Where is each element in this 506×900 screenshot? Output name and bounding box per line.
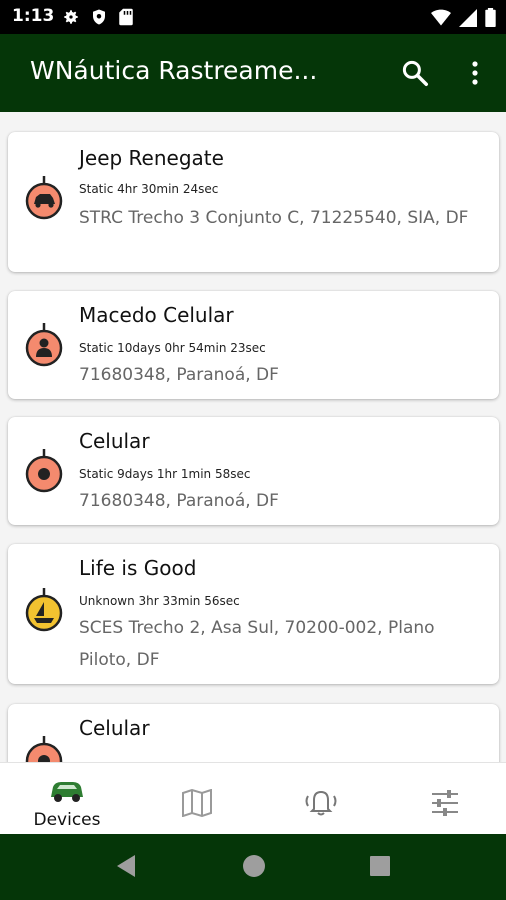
app-bar: WNáutica Rastreame... bbox=[0, 34, 506, 112]
map-icon bbox=[182, 789, 212, 817]
tab-devices[interactable]: Devices bbox=[4, 763, 130, 835]
settings-gear-icon bbox=[64, 10, 78, 24]
back-icon[interactable] bbox=[115, 854, 137, 878]
app-title: WNáutica Rastreame... bbox=[30, 56, 318, 85]
signal-icon bbox=[459, 8, 477, 27]
battery-icon bbox=[485, 8, 496, 27]
device-card[interactable]: Celular bbox=[8, 704, 499, 762]
recents-icon[interactable] bbox=[369, 854, 391, 878]
device-address: 71680348, Paranoá, DF bbox=[79, 365, 279, 385]
device-card[interactable]: Celular Static 9days 1hr 1min 58sec 7168… bbox=[8, 417, 499, 525]
car-marker-icon bbox=[25, 176, 63, 220]
shield-icon bbox=[93, 9, 105, 25]
car-icon bbox=[51, 782, 83, 802]
device-name: Celular bbox=[79, 716, 150, 740]
tab-alerts[interactable] bbox=[258, 763, 384, 835]
bell-icon bbox=[305, 790, 337, 816]
home-icon[interactable] bbox=[242, 854, 266, 878]
boat-marker-icon bbox=[25, 588, 63, 632]
person-marker-icon bbox=[25, 323, 63, 367]
device-card[interactable]: Life is Good Unknown 3hr 33min 56sec SCE… bbox=[8, 544, 499, 684]
bottom-navigation: Devices bbox=[0, 762, 506, 834]
device-address: 71680348, Paranoá, DF bbox=[79, 491, 279, 511]
dot-marker-icon bbox=[25, 736, 63, 762]
device-name: Life is Good bbox=[79, 556, 197, 580]
device-status: Static 10days 0hr 54min 23sec bbox=[79, 341, 266, 355]
more-vert-icon bbox=[472, 61, 478, 85]
device-name: Macedo Celular bbox=[79, 303, 234, 327]
status-system-icons bbox=[431, 8, 496, 27]
device-address: STRC Trecho 3 Conjunto C, 71225540, SIA,… bbox=[79, 208, 469, 228]
device-name: Jeep Renegate bbox=[79, 146, 224, 170]
device-address: SCES Trecho 2, Asa Sul, 70200-002, Plano… bbox=[79, 618, 435, 670]
device-status: Static 9days 1hr 1min 58sec bbox=[79, 467, 251, 481]
dot-marker-icon bbox=[25, 449, 63, 493]
device-card[interactable]: Macedo Celular Static 10days 0hr 54min 2… bbox=[8, 291, 499, 399]
search-icon bbox=[402, 60, 428, 86]
tab-devices-label: Devices bbox=[33, 810, 101, 830]
more-options-button[interactable] bbox=[470, 60, 480, 90]
wifi-icon bbox=[431, 9, 451, 25]
tab-settings[interactable] bbox=[382, 763, 506, 835]
tab-map[interactable] bbox=[134, 763, 260, 835]
status-bar: 1:13 bbox=[0, 0, 506, 34]
status-notification-icons bbox=[62, 8, 134, 26]
system-navigation-bar bbox=[0, 834, 506, 900]
sliders-icon bbox=[432, 790, 458, 816]
status-time: 1:13 bbox=[12, 6, 55, 26]
sd-card-icon bbox=[119, 8, 133, 26]
device-status: Static 4hr 30min 24sec bbox=[79, 182, 219, 196]
device-card[interactable]: Jeep Renegate Static 4hr 30min 24sec STR… bbox=[8, 132, 499, 272]
device-status: Unknown 3hr 33min 56sec bbox=[79, 594, 240, 608]
device-name: Celular bbox=[79, 429, 150, 453]
device-list: Jeep Renegate Static 4hr 30min 24sec STR… bbox=[0, 112, 506, 762]
search-button[interactable] bbox=[400, 58, 430, 92]
